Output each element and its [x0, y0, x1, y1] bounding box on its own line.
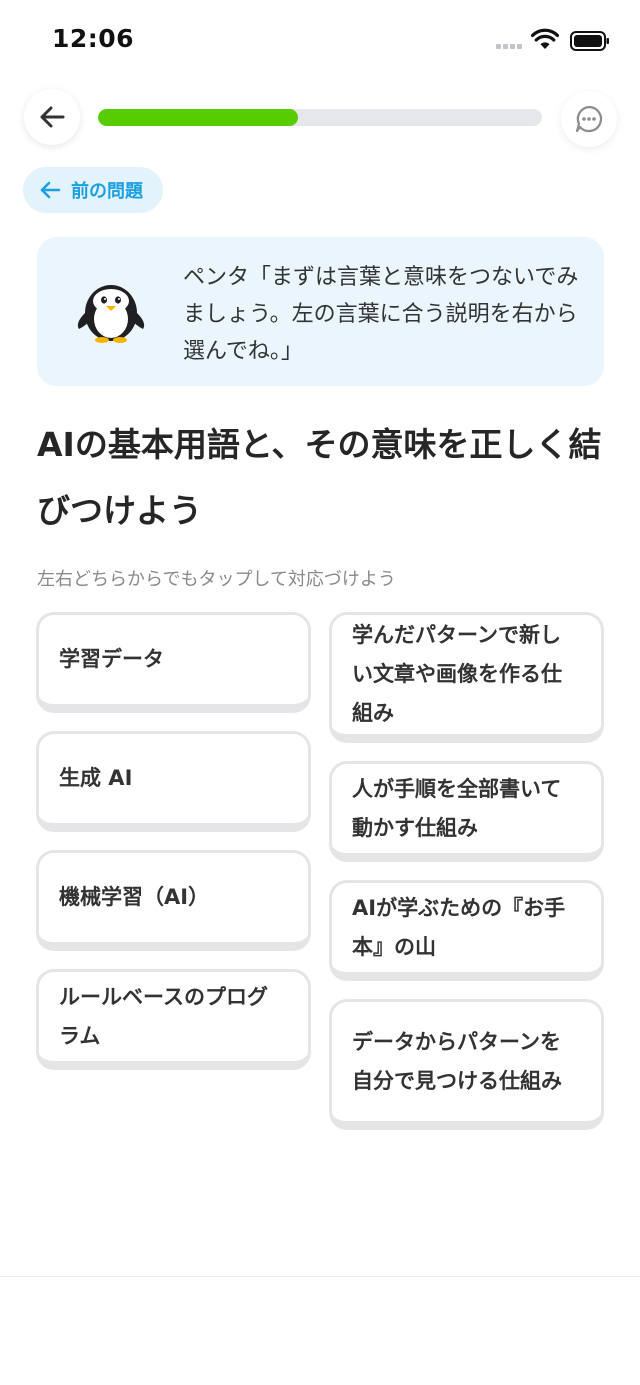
signal-icon — [496, 44, 522, 49]
wifi-icon — [531, 28, 559, 49]
question-instruction: 左右どちらからでもタップして対応づけよう — [37, 569, 396, 590]
battery-icon — [570, 31, 609, 51]
definition-label: AIが学ぶための『お手本』の山 — [352, 895, 566, 959]
lesson-screen: 12:06 前の問題 ペンタ「まずは言葉と意味をつないでみましょう。左の言葉に合… — [0, 0, 640, 1385]
definition-label: 人が手順を全部書いて動かす仕組み — [352, 776, 562, 840]
definition-card[interactable]: 学んだパターンで新しい文章や画像を作る仕組み — [329, 612, 604, 743]
chat-button[interactable] — [561, 91, 617, 147]
term-label: 学習データ — [59, 647, 164, 671]
previous-question-label: 前の問題 — [71, 181, 143, 202]
status-time: 12:06 — [52, 24, 135, 53]
definition-label: 学んだパターンで新しい文章や画像を作る仕組み — [352, 623, 562, 725]
mascot-message: ペンタ「まずは言葉と意味をつないでみましょう。左の言葉に合う説明を右から選んでね… — [183, 265, 579, 364]
definition-card[interactable]: AIが学ぶための『お手本』の山 — [329, 880, 604, 981]
term-label: ルールベースのプログラム — [59, 984, 268, 1048]
arrow-left-icon — [40, 106, 65, 128]
question-title: AIの基本用語と、その意味を正しく結びつけよう — [37, 425, 602, 530]
arrow-left-icon — [40, 181, 61, 199]
term-card[interactable]: 機械学習（AI） — [36, 850, 311, 951]
status-bar: 12:06 — [0, 0, 640, 80]
progress-bar-fill — [98, 109, 298, 126]
term-card[interactable]: 学習データ — [36, 612, 311, 713]
progress-bar — [98, 109, 542, 126]
bottom-divider — [0, 1276, 640, 1277]
penguin-mascot-icon — [77, 285, 145, 343]
mascot-bubble: ペンタ「まずは言葉と意味をつないでみましょう。左の言葉に合う説明を右から選んでね… — [37, 237, 604, 386]
definition-card[interactable]: データからパターンを自分で見つける仕組み — [329, 999, 604, 1130]
definition-card[interactable]: 人が手順を全部書いて動かす仕組み — [329, 761, 604, 862]
term-label: 機械学習（AI） — [59, 885, 210, 909]
term-label: 生成 AI — [59, 766, 133, 790]
previous-question-button[interactable]: 前の問題 — [23, 167, 163, 213]
chat-bubble-icon — [575, 105, 603, 133]
term-card[interactable]: ルールベースのプログラム — [36, 969, 311, 1070]
definition-label: データからパターンを自分で見つける仕組み — [352, 1029, 562, 1093]
term-card[interactable]: 生成 AI — [36, 731, 311, 832]
back-button[interactable] — [24, 89, 80, 145]
